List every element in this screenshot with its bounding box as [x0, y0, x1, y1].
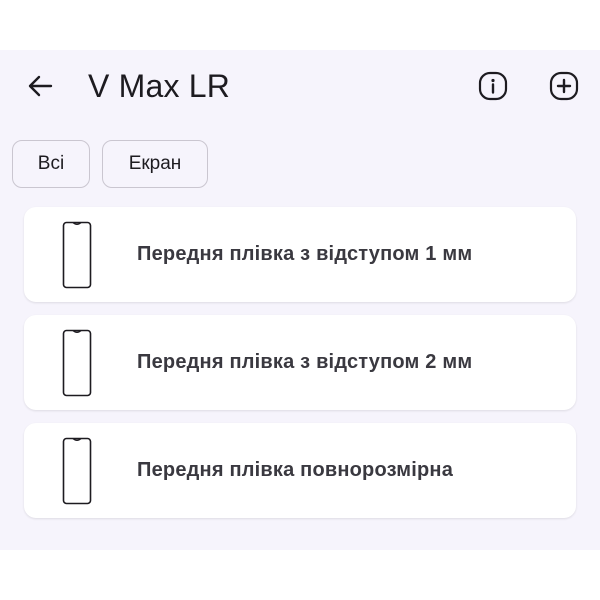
list-item[interactable]: Передня плівка повнорозмірна	[24, 423, 576, 518]
top-app-bar: V Max LR	[0, 50, 600, 122]
list-item-label: Передня плівка з відступом 1 мм	[137, 243, 473, 265]
add-icon	[549, 71, 579, 101]
info-icon	[478, 71, 508, 101]
phone-outline-icon	[62, 329, 92, 397]
filter-chip-label: Екран	[128, 153, 182, 174]
phone-outline-icon	[62, 437, 92, 505]
list-item-label: Передня плівка повнорозмірна	[137, 459, 454, 481]
list-item-label: Передня плівка з відступом 2 мм	[137, 351, 473, 373]
back-button[interactable]	[18, 64, 62, 108]
info-button[interactable]	[471, 64, 515, 108]
phone-outline-icon	[62, 221, 92, 289]
add-button[interactable]	[542, 64, 586, 108]
arrow-left-icon	[28, 75, 53, 97]
list-item[interactable]: Передня плівка з відступом 2 мм	[24, 315, 576, 410]
filter-chip-all[interactable]: Всі	[12, 140, 90, 188]
page-title: V Max LR	[88, 68, 231, 104]
filter-chip-label: Всі	[37, 153, 65, 174]
app-screen: V Max LR Всі Екран Передня плівка з відс…	[0, 50, 600, 550]
filter-chips: Всі Екран	[0, 140, 600, 192]
filter-chip-screen[interactable]: Екран	[102, 140, 208, 188]
list-item[interactable]: Передня плівка з відступом 1 мм	[24, 207, 576, 302]
